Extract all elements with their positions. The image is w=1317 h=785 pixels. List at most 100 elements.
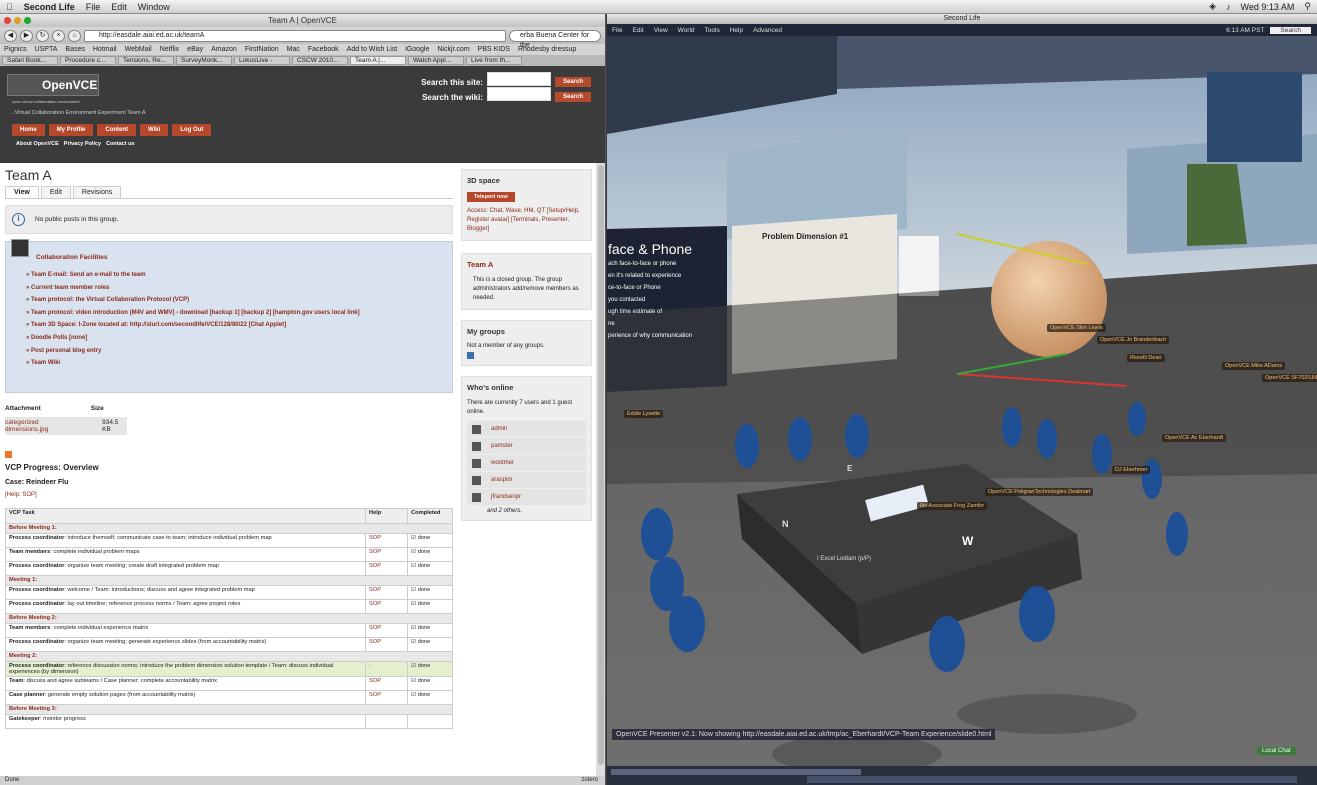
bookmark[interactable]: eBay — [187, 46, 203, 53]
search-field[interactable]: erba Buena Center for the — [509, 29, 601, 49]
browser-tab[interactable]: Procedure c... — [60, 56, 116, 65]
completed-cell[interactable]: ☑ done — [407, 623, 453, 638]
browser-tab[interactable]: CSCW 2010... — [292, 56, 348, 65]
bookmark[interactable]: Add to Wish List — [347, 46, 398, 53]
collab-link[interactable]: Team E-mail: Send an e-mail to the team — [26, 269, 452, 282]
completed-cell[interactable]: ☑ done — [407, 676, 453, 691]
bookmark[interactable]: PBS KIDS — [478, 46, 510, 53]
help-link[interactable]: SOP — [365, 585, 408, 600]
search-site-input[interactable] — [486, 72, 551, 86]
checkbox-icon[interactable]: ☑ — [411, 601, 418, 607]
completed-cell[interactable]: ☑ done — [407, 547, 453, 562]
rss-feed-icon[interactable] — [467, 352, 474, 359]
help-link[interactable]: SOP — [365, 676, 408, 691]
collab-link[interactable]: Team protocol: video introduction (M4V a… — [26, 307, 452, 320]
local-chat-button[interactable]: Local Chat — [1257, 747, 1296, 755]
user-row[interactable]: admin — [467, 421, 586, 437]
link-contact[interactable]: Contact us — [106, 141, 134, 147]
help-link[interactable] — [365, 714, 408, 729]
spotlight-icon[interactable]: ⚲ — [1304, 1, 1311, 12]
completed-cell[interactable]: ☑ done — [407, 599, 453, 614]
collab-link[interactable]: Doodle Polls [none] — [26, 332, 452, 345]
nav-profile[interactable]: My Profile — [48, 124, 94, 136]
3d-scene[interactable] — [607, 14, 1317, 785]
checkbox-icon[interactable]: ☑ — [411, 639, 418, 645]
help-link[interactable]: [Help: SOP] — [5, 492, 37, 498]
zotero-button[interactable]: zotero — [581, 776, 598, 785]
checkbox-icon[interactable]: ☑ — [411, 663, 418, 669]
bookmark[interactable]: Rhodesby dressup — [518, 46, 576, 53]
sl-menu-view[interactable]: View — [654, 27, 668, 34]
user-name[interactable]: jfrandsenpr — [491, 494, 521, 500]
url-field[interactable]: http://easdale.aiai.ed.ac.uk/teamA — [84, 29, 506, 42]
bookmark[interactable]: USPTA — [35, 46, 58, 53]
bookmark[interactable]: Mac — [287, 46, 300, 53]
search-site-button[interactable]: Search — [554, 77, 591, 87]
checkbox-icon[interactable]: ☑ — [411, 549, 418, 555]
bookmark[interactable]: Hotmail — [93, 46, 117, 53]
clock[interactable]: Wed 9:13 AM — [1241, 2, 1295, 12]
menu-edit[interactable]: Edit — [111, 2, 127, 12]
avatar-tag[interactable]: Eddie Lysette — [624, 410, 664, 418]
menu-file[interactable]: File — [86, 2, 101, 12]
user-row[interactable]: pamster — [467, 438, 586, 454]
nav-wiki[interactable]: Wiki — [140, 124, 169, 136]
help-link[interactable]: SOP — [365, 637, 408, 652]
completed-cell[interactable]: ☑ done — [407, 690, 453, 705]
bookmark[interactable]: Pignics — [4, 46, 27, 53]
sl-search[interactable]: Search — [1270, 26, 1311, 34]
close-icon[interactable] — [4, 17, 11, 24]
sl-menu-tools[interactable]: Tools — [705, 27, 720, 34]
avatar-tag[interactable]: Ike Associate Frog Zamfor — [917, 502, 988, 510]
completed-cell[interactable]: ☑ done — [407, 637, 453, 652]
team-title[interactable]: Team A — [467, 260, 586, 269]
browser-tab[interactable]: Tensions, Re... — [118, 56, 174, 65]
browser-tab[interactable]: Safari Book... — [2, 56, 58, 65]
sl-menu-advanced[interactable]: Advanced — [753, 27, 782, 34]
completed-cell[interactable] — [407, 714, 453, 729]
help-link[interactable]: SOP — [365, 690, 408, 705]
avatar-tag[interactable]: OpenVCE Mike ADams — [1222, 362, 1286, 370]
chat-input[interactable] — [611, 769, 861, 775]
reload-icon[interactable]: ↻ — [36, 29, 49, 42]
browser-tab[interactable]: LokusLive - — [234, 56, 290, 65]
help-link[interactable]: SOP — [365, 623, 408, 638]
stop-icon[interactable]: × — [52, 29, 65, 42]
avatar-tag[interactable]: OpenVCE SF7020Jille — [1262, 374, 1317, 382]
user-name[interactable]: araspim — [491, 477, 512, 483]
tab-view[interactable]: View — [5, 186, 39, 198]
collab-link[interactable]: Team protocol: the Virtual Collaboration… — [26, 294, 452, 307]
help-link[interactable]: SOP — [365, 533, 408, 548]
user-name[interactable]: pamster — [491, 443, 513, 449]
menu-window[interactable]: Window — [138, 2, 170, 12]
completed-cell[interactable]: ☑ done — [407, 533, 453, 548]
zoom-icon[interactable] — [24, 17, 31, 24]
user-row[interactable]: araspim — [467, 472, 586, 488]
bookmark[interactable]: WebMail — [125, 46, 152, 53]
volume-icon[interactable]: ♪ — [1226, 2, 1231, 12]
completed-cell[interactable]: ☑ done — [407, 561, 453, 576]
checkbox-icon[interactable]: ☑ — [411, 678, 418, 684]
back-icon[interactable]: ◀ — [4, 29, 17, 42]
completed-cell[interactable]: ☑ done — [407, 661, 453, 677]
checkbox-icon[interactable]: ☑ — [411, 692, 418, 698]
browser-tab[interactable]: Live from th... — [466, 56, 522, 65]
checkbox-icon[interactable]: ☑ — [411, 625, 418, 631]
collab-link[interactable]: Current team member roles — [26, 282, 452, 295]
bookmark[interactable]: Netflix — [160, 46, 179, 53]
apple-icon[interactable]:  — [6, 2, 13, 12]
minimize-icon[interactable] — [14, 17, 21, 24]
checkbox-icon[interactable]: ☑ — [411, 563, 418, 569]
help-link[interactable]: SOP — [365, 599, 408, 614]
bookmark[interactable]: Bases — [65, 46, 84, 53]
help-link[interactable]: SOP — [365, 547, 408, 562]
browser-tab[interactable]: Team A |... — [350, 56, 406, 65]
home-icon[interactable]: ⌂ — [68, 29, 81, 42]
teleport-button[interactable]: Teleport now — [467, 192, 515, 202]
tab-revisions[interactable]: Revisions — [72, 186, 122, 198]
browser-tab[interactable]: SurveyMonk... — [176, 56, 232, 65]
collab-link[interactable]: Team Wiki — [26, 357, 452, 370]
help-link[interactable]: - — [365, 661, 408, 677]
bookmark[interactable]: Facebook — [308, 46, 339, 53]
nav-content[interactable]: Content — [97, 124, 137, 136]
